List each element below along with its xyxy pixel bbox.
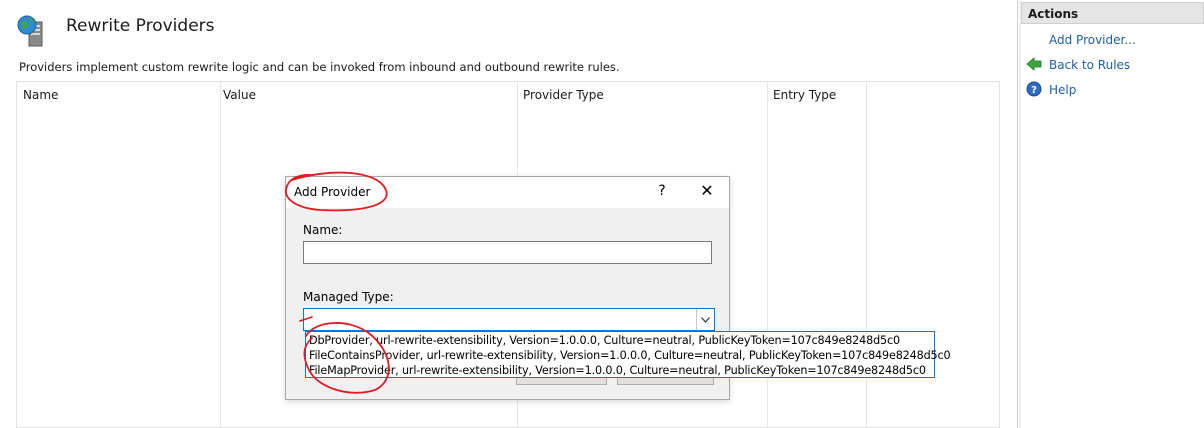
back-arrow-icon[interactable] [1026,56,1042,72]
column-header-entry-type[interactable]: Entry Type [773,88,836,102]
column-header-provider-type[interactable]: Provider Type [523,88,604,102]
help-icon[interactable]: ? [1026,81,1042,97]
dropdown-option[interactable]: FileContainsProvider, url-rewrite-extens… [309,349,951,362]
svg-text:?: ? [1031,85,1037,96]
chevron-down-icon[interactable] [696,309,714,330]
column-separator[interactable] [220,82,221,428]
page-description: Providers implement custom rewrite logic… [19,60,620,74]
actions-panel-body: Actions Add Provider... Back to Rules ? … [1021,0,1204,428]
dropdown-option[interactable]: FileMapProvider, url-rewrite-extensibili… [309,364,926,377]
name-label: Name: [303,223,343,237]
actions-header-label: Actions [1028,7,1079,21]
back-to-rules-link[interactable]: Back to Rules [1049,58,1130,72]
dialog-title: Add Provider [294,185,371,199]
help-icon[interactable]: ? [656,183,668,199]
add-provider-link[interactable]: Add Provider... [1049,33,1136,47]
managed-type-dropdown-list[interactable]: DbProvider, url-rewrite-extensibility, V… [305,331,951,378]
help-link[interactable]: Help [1049,83,1076,97]
dropdown-option[interactable]: DbProvider, url-rewrite-extensibility, V… [309,334,900,347]
actions-header: Actions [1021,2,1204,24]
managed-type-combo[interactable] [303,308,715,331]
globe-server-icon [16,14,50,48]
close-icon[interactable]: ✕ [700,181,714,200]
managed-type-label: Managed Type: [303,290,394,304]
page-title: Rewrite Providers [66,16,215,36]
dialog-titlebar[interactable]: Add Provider ? ✕ [286,177,729,208]
column-header-name[interactable]: Name [23,88,58,102]
actions-panel: Actions Add Provider... Back to Rules ? … [1019,0,1204,428]
name-input[interactable] [303,241,712,264]
column-header-value[interactable]: Value [223,88,256,102]
